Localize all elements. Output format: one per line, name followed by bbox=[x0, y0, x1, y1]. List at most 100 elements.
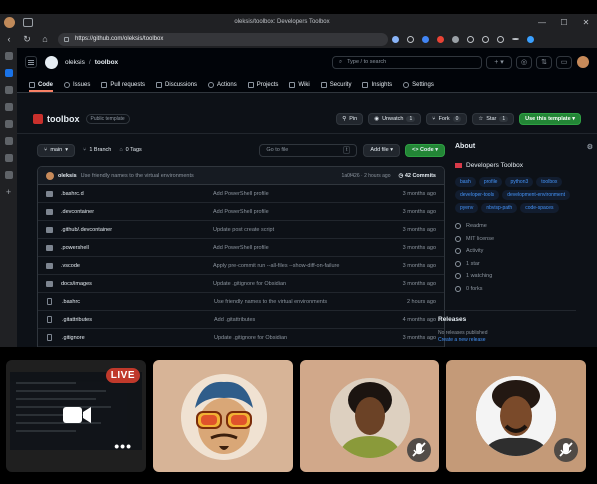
file-commit-message[interactable]: Add PowerShell profile bbox=[213, 209, 393, 215]
file-commit-message[interactable]: Update post create script bbox=[213, 227, 393, 233]
table-row[interactable]: docs/images Update .gitignore for Obsidia… bbox=[38, 275, 444, 293]
collections-icon[interactable] bbox=[493, 34, 508, 44]
file-name[interactable]: .bashrc bbox=[62, 299, 214, 305]
unwatch-button[interactable]: ◉ Unwatch 1 bbox=[368, 112, 422, 125]
pull-requests-icon[interactable]: ⇅ bbox=[536, 55, 552, 69]
extension-icon[interactable] bbox=[433, 34, 448, 44]
extension-icon[interactable] bbox=[418, 34, 433, 44]
video-camera-icon[interactable] bbox=[62, 404, 92, 426]
file-name[interactable]: .gitattributes bbox=[62, 317, 214, 323]
user-avatar[interactable] bbox=[577, 56, 589, 68]
screen-share-tile[interactable]: LIVE ••• bbox=[6, 360, 146, 472]
table-row[interactable]: .vscode Apply pre-commit run --all-files … bbox=[38, 257, 444, 275]
about-stat[interactable]: 0 forks bbox=[455, 283, 593, 296]
commits-link[interactable]: ◷ 42 Commits bbox=[398, 173, 436, 179]
use-template-button[interactable]: Use this template ▾ bbox=[519, 112, 581, 125]
reload-icon[interactable]: ↻ bbox=[18, 34, 36, 45]
participant-tile[interactable] bbox=[153, 360, 293, 472]
star-button[interactable]: ☆ Star 1 bbox=[472, 112, 515, 125]
tab-issues[interactable]: Issues bbox=[64, 82, 90, 92]
home-icon[interactable]: ⌂ bbox=[36, 34, 54, 44]
about-stat[interactable]: 1 watching bbox=[455, 270, 593, 283]
file-name[interactable]: docs/images bbox=[61, 281, 213, 287]
back-icon[interactable]: ‹ bbox=[0, 34, 18, 44]
fork-button[interactable]: ⑂ Fork 0 bbox=[426, 112, 468, 125]
topic-tag[interactable]: bash bbox=[455, 177, 476, 187]
table-row[interactable]: .bashrc.d Add PowerShell profile 3 months … bbox=[38, 185, 444, 203]
participant-tile[interactable] bbox=[446, 360, 586, 472]
commit-message[interactable]: Use friendly names to the virtual enviro… bbox=[81, 173, 194, 179]
file-name[interactable]: .bashrc.d bbox=[61, 191, 213, 197]
read-aloud-icon[interactable] bbox=[388, 34, 403, 44]
sidebar-tab-icon[interactable] bbox=[4, 120, 13, 128]
url-field[interactable]: https://github.com/oleksis/toolbox bbox=[58, 32, 388, 46]
sidebar-tab-icon[interactable] bbox=[4, 69, 13, 77]
extension-icon[interactable] bbox=[448, 34, 463, 44]
maximize-button[interactable]: ☐ bbox=[553, 18, 575, 27]
sidebar-tab-icon[interactable] bbox=[4, 52, 13, 60]
tab-discussions[interactable]: Discussions bbox=[156, 82, 197, 92]
file-name[interactable]: .github/.devcontainer bbox=[61, 227, 213, 233]
branches-link[interactable]: ⑂ 1 Branch bbox=[83, 147, 111, 153]
topic-tag[interactable]: development-environment bbox=[502, 190, 570, 200]
file-name[interactable]: .gitignore bbox=[62, 335, 214, 341]
split-screen-icon[interactable] bbox=[463, 34, 478, 44]
file-commit-message[interactable]: Update .gitignore for Obsidian bbox=[214, 335, 394, 341]
sidebar-tab-icon[interactable] bbox=[4, 137, 13, 145]
search-input[interactable]: ⌕ Type / to search bbox=[332, 55, 482, 69]
about-stat[interactable]: MIT license bbox=[455, 233, 593, 246]
topic-tag[interactable]: toolbox bbox=[536, 177, 563, 187]
tab-actions[interactable]: Actions bbox=[208, 82, 237, 92]
menu-icon[interactable] bbox=[508, 34, 523, 44]
hamburger-icon[interactable] bbox=[25, 56, 37, 68]
inbox-icon[interactable]: ▭ bbox=[556, 55, 572, 69]
file-commit-message[interactable]: Add PowerShell profile bbox=[213, 245, 393, 251]
file-commit-message[interactable]: Update .gitignore for Obsidian bbox=[213, 281, 393, 287]
file-name[interactable]: .powershell bbox=[61, 245, 213, 251]
create-release-link[interactable]: Create a new release bbox=[438, 337, 576, 343]
repo-link[interactable]: toolbox bbox=[95, 59, 118, 66]
add-tab-icon[interactable]: + bbox=[5, 188, 13, 197]
sidebar-tab-icon[interactable] bbox=[4, 103, 13, 111]
sidebar-tab-icon[interactable] bbox=[4, 154, 13, 162]
create-new-button[interactable]: + ▾ bbox=[486, 55, 512, 69]
close-button[interactable]: ✕ bbox=[575, 18, 597, 27]
participant-tile[interactable] bbox=[300, 360, 439, 472]
tab-projects[interactable]: Projects bbox=[247, 82, 278, 92]
tab-settings[interactable]: Settings bbox=[403, 82, 434, 92]
file-commit-message[interactable]: Use friendly names to the virtual enviro… bbox=[214, 299, 394, 305]
go-to-file-input[interactable]: Go to file t bbox=[259, 143, 358, 157]
favorite-icon[interactable] bbox=[403, 34, 418, 44]
add-file-button[interactable]: Add file ▾ bbox=[363, 143, 400, 157]
about-stat[interactable]: Readme bbox=[455, 220, 593, 233]
sidebar-tab-icon[interactable] bbox=[4, 86, 13, 94]
topic-tag[interactable]: profile bbox=[478, 177, 503, 187]
topic-tag[interactable]: pyenv bbox=[455, 203, 479, 213]
topic-tag[interactable]: developer-tools bbox=[455, 190, 500, 200]
tags-link[interactable]: ⌂ 0 Tags bbox=[119, 147, 141, 153]
tab-insights[interactable]: Insights bbox=[362, 82, 392, 92]
releases-heading[interactable]: Releases bbox=[438, 316, 576, 323]
file-commit-message[interactable]: Apply pre-commit run --all-files --show-… bbox=[213, 263, 393, 269]
topic-tag[interactable]: code-spaces bbox=[520, 203, 559, 213]
about-stat[interactable]: Activity bbox=[455, 245, 593, 258]
gear-icon[interactable]: ⚙ bbox=[587, 143, 593, 151]
table-row[interactable]: .devcontainer Add PowerShell profile 3 mon… bbox=[38, 203, 444, 221]
table-row[interactable]: .github/.devcontainer Update post create … bbox=[38, 221, 444, 239]
topic-tag[interactable]: python3 bbox=[505, 177, 534, 187]
pin-button[interactable]: ⚲ Pin bbox=[336, 112, 364, 125]
file-name[interactable]: .vscode bbox=[61, 263, 213, 269]
branch-select[interactable]: ⑂ main ▾ bbox=[37, 143, 75, 157]
tab-pull-requests[interactable]: Pull requests bbox=[101, 82, 145, 92]
code-button[interactable]: <> Code ▾ bbox=[405, 143, 445, 157]
topic-tag[interactable]: nbvisp-path bbox=[481, 203, 518, 213]
minimize-button[interactable]: — bbox=[531, 18, 553, 27]
profile-avatar[interactable] bbox=[4, 16, 15, 28]
github-logo-icon[interactable] bbox=[45, 55, 58, 69]
commit-meta[interactable]: 1a0f426 · 2 hours ago bbox=[342, 173, 391, 179]
repo-title[interactable]: toolbox bbox=[47, 114, 80, 124]
file-commit-message[interactable]: Add .gitattributes bbox=[214, 317, 394, 323]
issues-icon[interactable]: ◎ bbox=[516, 55, 532, 69]
file-name[interactable]: .devcontainer bbox=[61, 209, 213, 215]
about-stat[interactable]: 1 star bbox=[455, 258, 593, 271]
